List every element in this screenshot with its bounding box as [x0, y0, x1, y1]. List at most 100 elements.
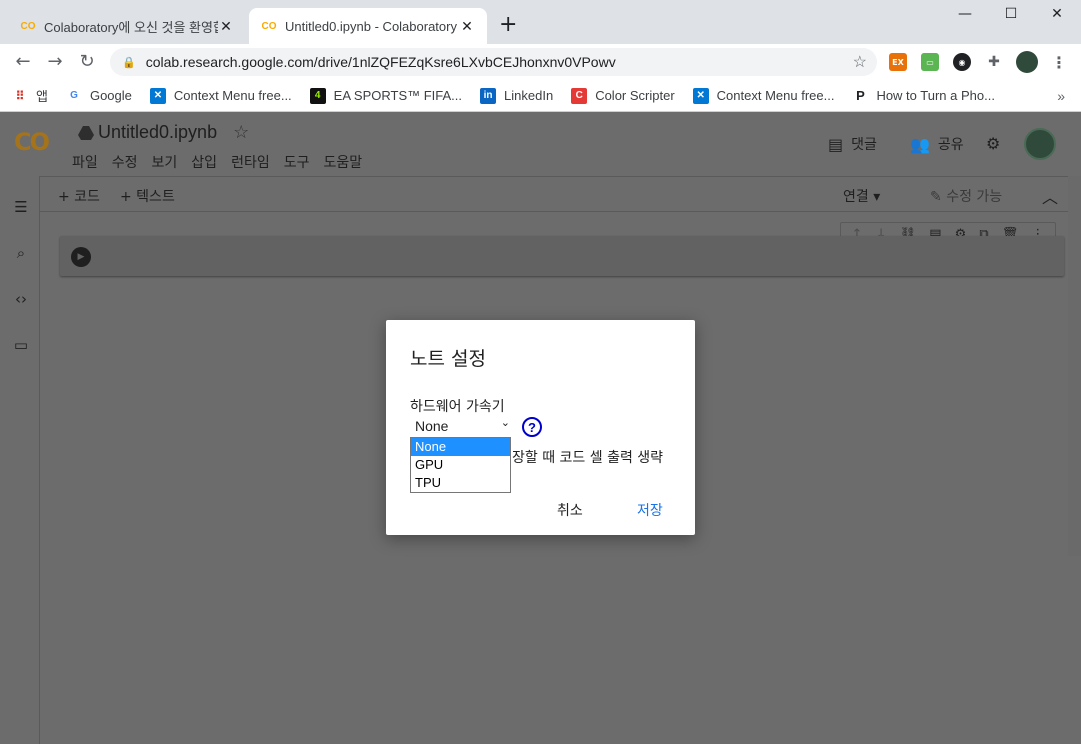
- settings-button[interactable]: ⚙: [986, 134, 1008, 153]
- new-tab-button[interactable]: +: [499, 14, 517, 36]
- bookmarks-overflow-icon[interactable]: »: [1057, 88, 1065, 104]
- linkedin-icon: in: [480, 87, 497, 104]
- notebook-settings-dialog: 노트 설정 하드웨어 가속기 None ⌄ ? 장할 때 코드 셀 출력 생략 …: [386, 320, 695, 535]
- address-bar[interactable]: 🔒 colab.research.google.com/drive/1nlZQF…: [110, 48, 877, 76]
- window-close-icon[interactable]: ✕: [1034, 6, 1080, 22]
- chrome-menu-icon[interactable]: ⋮: [1050, 53, 1068, 72]
- bookmark-label: LinkedIn: [504, 88, 554, 103]
- gear-icon: ⚙: [986, 134, 1001, 153]
- profile-avatar[interactable]: [1016, 51, 1038, 73]
- bookmark-star-icon[interactable]: ☆: [853, 52, 867, 72]
- apps-grid-icon: ⠿: [15, 88, 25, 103]
- notebook-title-text: Untitled0.ipynb: [98, 122, 218, 142]
- collapse-header-icon[interactable]: ︿: [1042, 184, 1058, 208]
- color-scripter-icon: C: [571, 87, 588, 104]
- bookmark-google[interactable]: G Google: [66, 88, 132, 104]
- extension-ex-icon[interactable]: EX: [889, 53, 907, 71]
- browser-titlebar: CO Colaboratory에 오신 것을 환영합니다 ✕ CO Untitl…: [0, 0, 1081, 44]
- context-menu-icon: ✕: [149, 87, 166, 104]
- bookmark-label: Color Scripter: [595, 88, 675, 103]
- bookmark-color-scripter[interactable]: C Color Scripter: [571, 87, 675, 104]
- bookmark-label: Context Menu free...: [173, 88, 292, 103]
- connect-label: 연결: [843, 189, 869, 205]
- menu-help[interactable]: 도움말: [323, 152, 362, 172]
- comment-icon: ▤: [828, 134, 844, 154]
- extensions-puzzle-icon[interactable]: ✚: [985, 53, 1003, 71]
- code-cell[interactable]: ▶: [60, 236, 1064, 276]
- cancel-button[interactable]: 취소: [557, 500, 583, 520]
- menu-view[interactable]: 보기: [152, 152, 178, 172]
- menu-file[interactable]: 파일: [72, 152, 98, 172]
- menu-tools[interactable]: 도구: [284, 152, 310, 172]
- tab-title: Colaboratory에 오신 것을 환영합니다: [44, 19, 218, 35]
- menu-edit[interactable]: 수정: [112, 152, 138, 172]
- scrollbar[interactable]: [1068, 176, 1081, 556]
- comment-button[interactable]: ▤ 댓글: [828, 134, 877, 154]
- bookmark-context-menu-2[interactable]: ✕ Context Menu free...: [692, 87, 835, 104]
- menu-insert[interactable]: 삽입: [191, 152, 217, 172]
- share-label: 공유: [937, 137, 964, 153]
- minimize-icon[interactable]: —: [942, 6, 988, 22]
- close-icon[interactable]: ✕: [218, 18, 234, 35]
- accelerator-select[interactable]: None ⌄: [410, 416, 512, 436]
- p-icon: P: [856, 88, 865, 103]
- tab-welcome[interactable]: CO Colaboratory에 오신 것을 환영합니다 ✕: [8, 8, 246, 44]
- connect-button[interactable]: 연결 ▾: [843, 186, 880, 206]
- extension-green-icon[interactable]: ▭: [921, 53, 939, 71]
- bookmark-how-to[interactable]: P How to Turn a Pho...: [852, 88, 995, 104]
- add-code-button[interactable]: + 코드: [58, 186, 100, 206]
- accelerator-label: 하드웨어 가속기: [410, 399, 505, 415]
- back-icon[interactable]: ←: [12, 51, 34, 73]
- bookmark-context-menu[interactable]: ✕ Context Menu free...: [149, 87, 292, 104]
- code-snippets-icon[interactable]: ‹›: [12, 290, 30, 308]
- reload-icon[interactable]: ↻: [76, 51, 98, 73]
- star-icon[interactable]: ☆: [233, 122, 249, 143]
- context-menu-icon: ✕: [692, 87, 709, 104]
- lock-icon: 🔒: [122, 56, 136, 69]
- run-cell-icon[interactable]: ▶: [71, 247, 91, 267]
- editable-indicator[interactable]: ✎ 수정 가능: [930, 186, 1002, 206]
- folder-icon[interactable]: ▭: [12, 336, 30, 354]
- browser-toolbar: ← → ↻ 🔒 colab.research.google.com/drive/…: [0, 44, 1081, 80]
- forward-icon[interactable]: →: [44, 51, 66, 73]
- colab-icon: CO: [20, 20, 36, 32]
- tab-title: Untitled0.ipynb - Colaboratory: [285, 18, 457, 34]
- bookmark-label: How to Turn a Pho...: [876, 88, 995, 103]
- bookmark-label: 앱: [36, 89, 48, 104]
- url-text: colab.research.google.com/drive/1nlZQFEZ…: [145, 54, 616, 70]
- bookmark-ea-sports[interactable]: 4 EA SPORTS™ FIFA...: [309, 87, 463, 104]
- people-icon: 👥: [910, 134, 930, 154]
- bookmark-linkedin[interactable]: in LinkedIn: [480, 87, 554, 104]
- menu-bar: 파일 수정 보기 삽입 런타임 도구 도움말: [72, 152, 376, 172]
- chevron-down-icon: ▾: [873, 189, 881, 205]
- omit-output-label: 장할 때 코드 셀 출력 생략: [512, 450, 664, 466]
- bookmark-label: Context Menu free...: [716, 88, 835, 103]
- close-icon[interactable]: ✕: [459, 18, 475, 35]
- bookmark-label: Google: [89, 88, 132, 103]
- extension-camera-icon[interactable]: ◉: [953, 53, 971, 71]
- toc-icon[interactable]: ☰: [12, 198, 30, 216]
- menu-runtime[interactable]: 런타임: [231, 152, 270, 172]
- bookmark-label: EA SPORTS™ FIFA...: [333, 88, 463, 103]
- option-none[interactable]: None: [411, 438, 510, 456]
- pencil-icon: ✎: [930, 189, 942, 205]
- option-gpu[interactable]: GPU: [411, 456, 510, 474]
- accelerator-dropdown-list: None GPU TPU: [410, 437, 511, 493]
- share-button[interactable]: 👥 공유: [910, 134, 964, 154]
- ea-sports-icon: 4: [309, 87, 326, 104]
- editable-label: 수정 가능: [946, 189, 1003, 205]
- add-text-button[interactable]: + 텍스트: [120, 186, 175, 206]
- save-button[interactable]: 저장: [637, 500, 663, 520]
- tab-untitled[interactable]: CO Untitled0.ipynb - Colaboratory ✕: [249, 8, 487, 44]
- maximize-icon[interactable]: ☐: [988, 6, 1034, 22]
- chevron-down-icon: ⌄: [500, 417, 510, 429]
- help-icon[interactable]: ?: [522, 417, 542, 437]
- avatar[interactable]: [1024, 128, 1056, 160]
- drive-icon: [78, 125, 94, 140]
- option-tpu[interactable]: TPU: [411, 474, 510, 492]
- notebook-title[interactable]: Untitled0.ipynb ☆: [78, 122, 249, 143]
- search-icon[interactable]: ⌕: [12, 244, 30, 262]
- colab-logo[interactable]: CO: [14, 128, 50, 156]
- bookmark-apps[interactable]: ⠿ 앱: [12, 86, 48, 105]
- notebook-toolbar: + 코드 + 텍스트 연결 ▾ ✎ 수정 가능 ︿: [40, 176, 1081, 212]
